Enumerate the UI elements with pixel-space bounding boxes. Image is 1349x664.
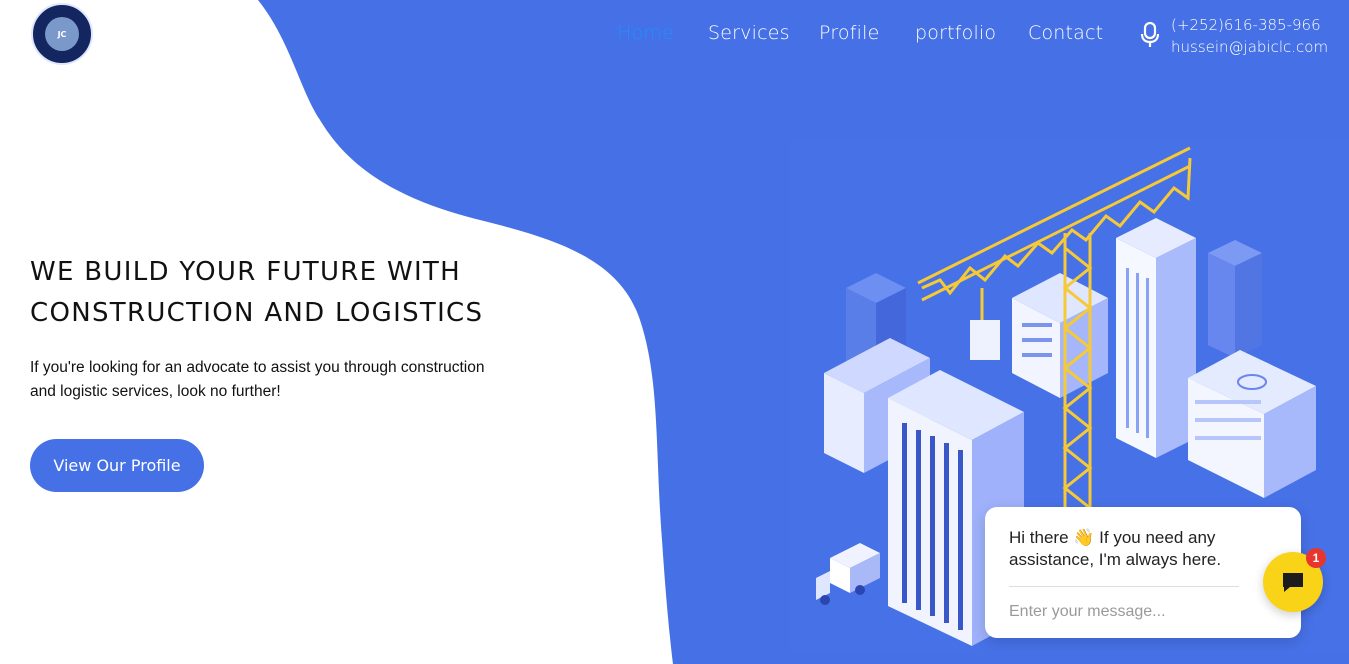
contact-email[interactable]: hussein@jabiclc.com [1171,36,1349,58]
chat-bubble-icon [1283,573,1303,592]
chat-message-input[interactable] [1007,599,1261,625]
nav-contact[interactable]: Contact [1028,22,1103,44]
nav-portfolio[interactable]: portfolio [915,22,996,44]
chat-popup[interactable]: Hi there 👋 If you need any assistance, I… [985,507,1301,638]
hero-title-line-2: CONSTRUCTION AND LOGISTICS [30,298,484,328]
chat-message: Hi there 👋 If you need any assistance, I… [1009,527,1259,570]
building-far-right [1208,240,1262,358]
chat-greeting: Hi there [1009,528,1069,547]
nav-home[interactable]: Home [617,22,674,44]
view-profile-button[interactable]: View Our Profile [30,439,204,492]
nav-profile[interactable]: Profile [819,22,879,44]
waving-hand-icon: 👋 [1073,528,1095,548]
hero-subtitle: If you're looking for an advocate to ass… [30,359,485,400]
hero-title: WE BUILD YOUR FUTURE WITH CONSTRUCTION A… [30,252,483,334]
building-right-tower [1116,218,1196,458]
chat-divider [1009,586,1239,587]
building-center [1012,273,1108,398]
crane-load [970,320,1000,360]
nav-services[interactable]: Services [708,22,790,44]
hero-title-line-1: WE BUILD YOUR FUTURE WITH [30,257,461,287]
microphone-icon [1140,22,1160,47]
unread-badge: 1 [1306,548,1326,568]
contact-phone[interactable]: (+252)616-385-966 [1171,14,1349,36]
